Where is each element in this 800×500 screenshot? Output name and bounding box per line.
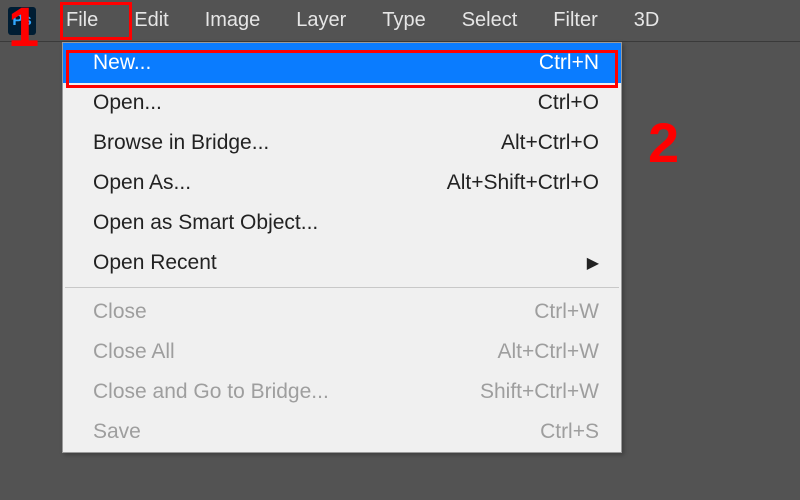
annotation-number-2: 2 bbox=[648, 110, 679, 175]
menu-item-shortcut: Alt+Ctrl+W bbox=[497, 340, 599, 364]
file-dropdown: New... Ctrl+N Open... Ctrl+O Browse in B… bbox=[62, 42, 622, 453]
menu-item-label: Close All bbox=[93, 340, 175, 364]
menu-item-browse-bridge[interactable]: Browse in Bridge... Alt+Ctrl+O bbox=[63, 123, 621, 163]
menu-item-save[interactable]: Save Ctrl+S bbox=[63, 412, 621, 452]
menu-item-close-all[interactable]: Close All Alt+Ctrl+W bbox=[63, 332, 621, 372]
menu-item-label: Close and Go to Bridge... bbox=[93, 380, 329, 404]
menu-item-open-recent[interactable]: Open Recent ▶ bbox=[63, 243, 621, 283]
menu-file[interactable]: File bbox=[48, 3, 116, 38]
menu-item-label: Open As... bbox=[93, 171, 191, 195]
menu-item-shortcut: Ctrl+S bbox=[540, 420, 599, 444]
menu-item-label: Open as Smart Object... bbox=[93, 211, 318, 235]
menu-item-shortcut: Alt+Shift+Ctrl+O bbox=[447, 171, 599, 195]
app-icon: Ps bbox=[8, 7, 36, 35]
menu-item-shortcut: Ctrl+N bbox=[539, 51, 599, 75]
menu-item-open[interactable]: Open... Ctrl+O bbox=[63, 83, 621, 123]
menu-item-close-bridge[interactable]: Close and Go to Bridge... Shift+Ctrl+W bbox=[63, 372, 621, 412]
menu-item-shortcut: Alt+Ctrl+O bbox=[501, 131, 599, 155]
menu-item-shortcut: Ctrl+W bbox=[534, 300, 599, 324]
menubar: Ps File Edit Image Layer Type Select Fil… bbox=[0, 0, 800, 42]
menu-image[interactable]: Image bbox=[187, 3, 279, 38]
menu-3d[interactable]: 3D bbox=[616, 3, 678, 38]
menu-filter[interactable]: Filter bbox=[535, 3, 615, 38]
menu-item-shortcut: Ctrl+O bbox=[538, 91, 599, 115]
menu-item-label: Open... bbox=[93, 91, 162, 115]
menu-type[interactable]: Type bbox=[364, 3, 443, 38]
menu-item-close[interactable]: Close Ctrl+W bbox=[63, 292, 621, 332]
submenu-arrow-icon: ▶ bbox=[587, 253, 599, 273]
menu-layer[interactable]: Layer bbox=[278, 3, 364, 38]
menu-item-shortcut: Shift+Ctrl+W bbox=[480, 380, 599, 404]
menu-select[interactable]: Select bbox=[444, 3, 536, 38]
menu-separator bbox=[65, 287, 619, 288]
menu-item-open-as[interactable]: Open As... Alt+Shift+Ctrl+O bbox=[63, 163, 621, 203]
menu-item-label: Close bbox=[93, 300, 147, 324]
menu-item-label: Browse in Bridge... bbox=[93, 131, 269, 155]
menu-item-new[interactable]: New... Ctrl+N bbox=[63, 43, 621, 83]
menu-item-label: Open Recent bbox=[93, 251, 217, 275]
menu-item-label: New... bbox=[93, 51, 151, 75]
menu-item-open-smart-object[interactable]: Open as Smart Object... bbox=[63, 203, 621, 243]
menu-edit[interactable]: Edit bbox=[116, 3, 186, 38]
menu-item-label: Save bbox=[93, 420, 141, 444]
